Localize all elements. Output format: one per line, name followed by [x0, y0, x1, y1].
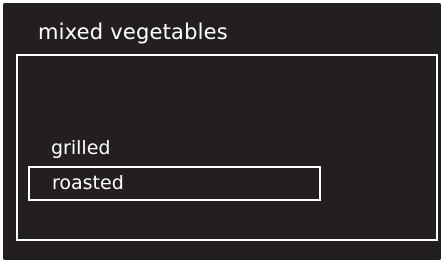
menu-title: mixed vegetables [38, 20, 228, 44]
menu-screen: mixed vegetables grilled roasted [3, 3, 441, 260]
option-grilled[interactable]: grilled [51, 136, 110, 160]
option-roasted-selected[interactable]: roasted [28, 166, 321, 201]
